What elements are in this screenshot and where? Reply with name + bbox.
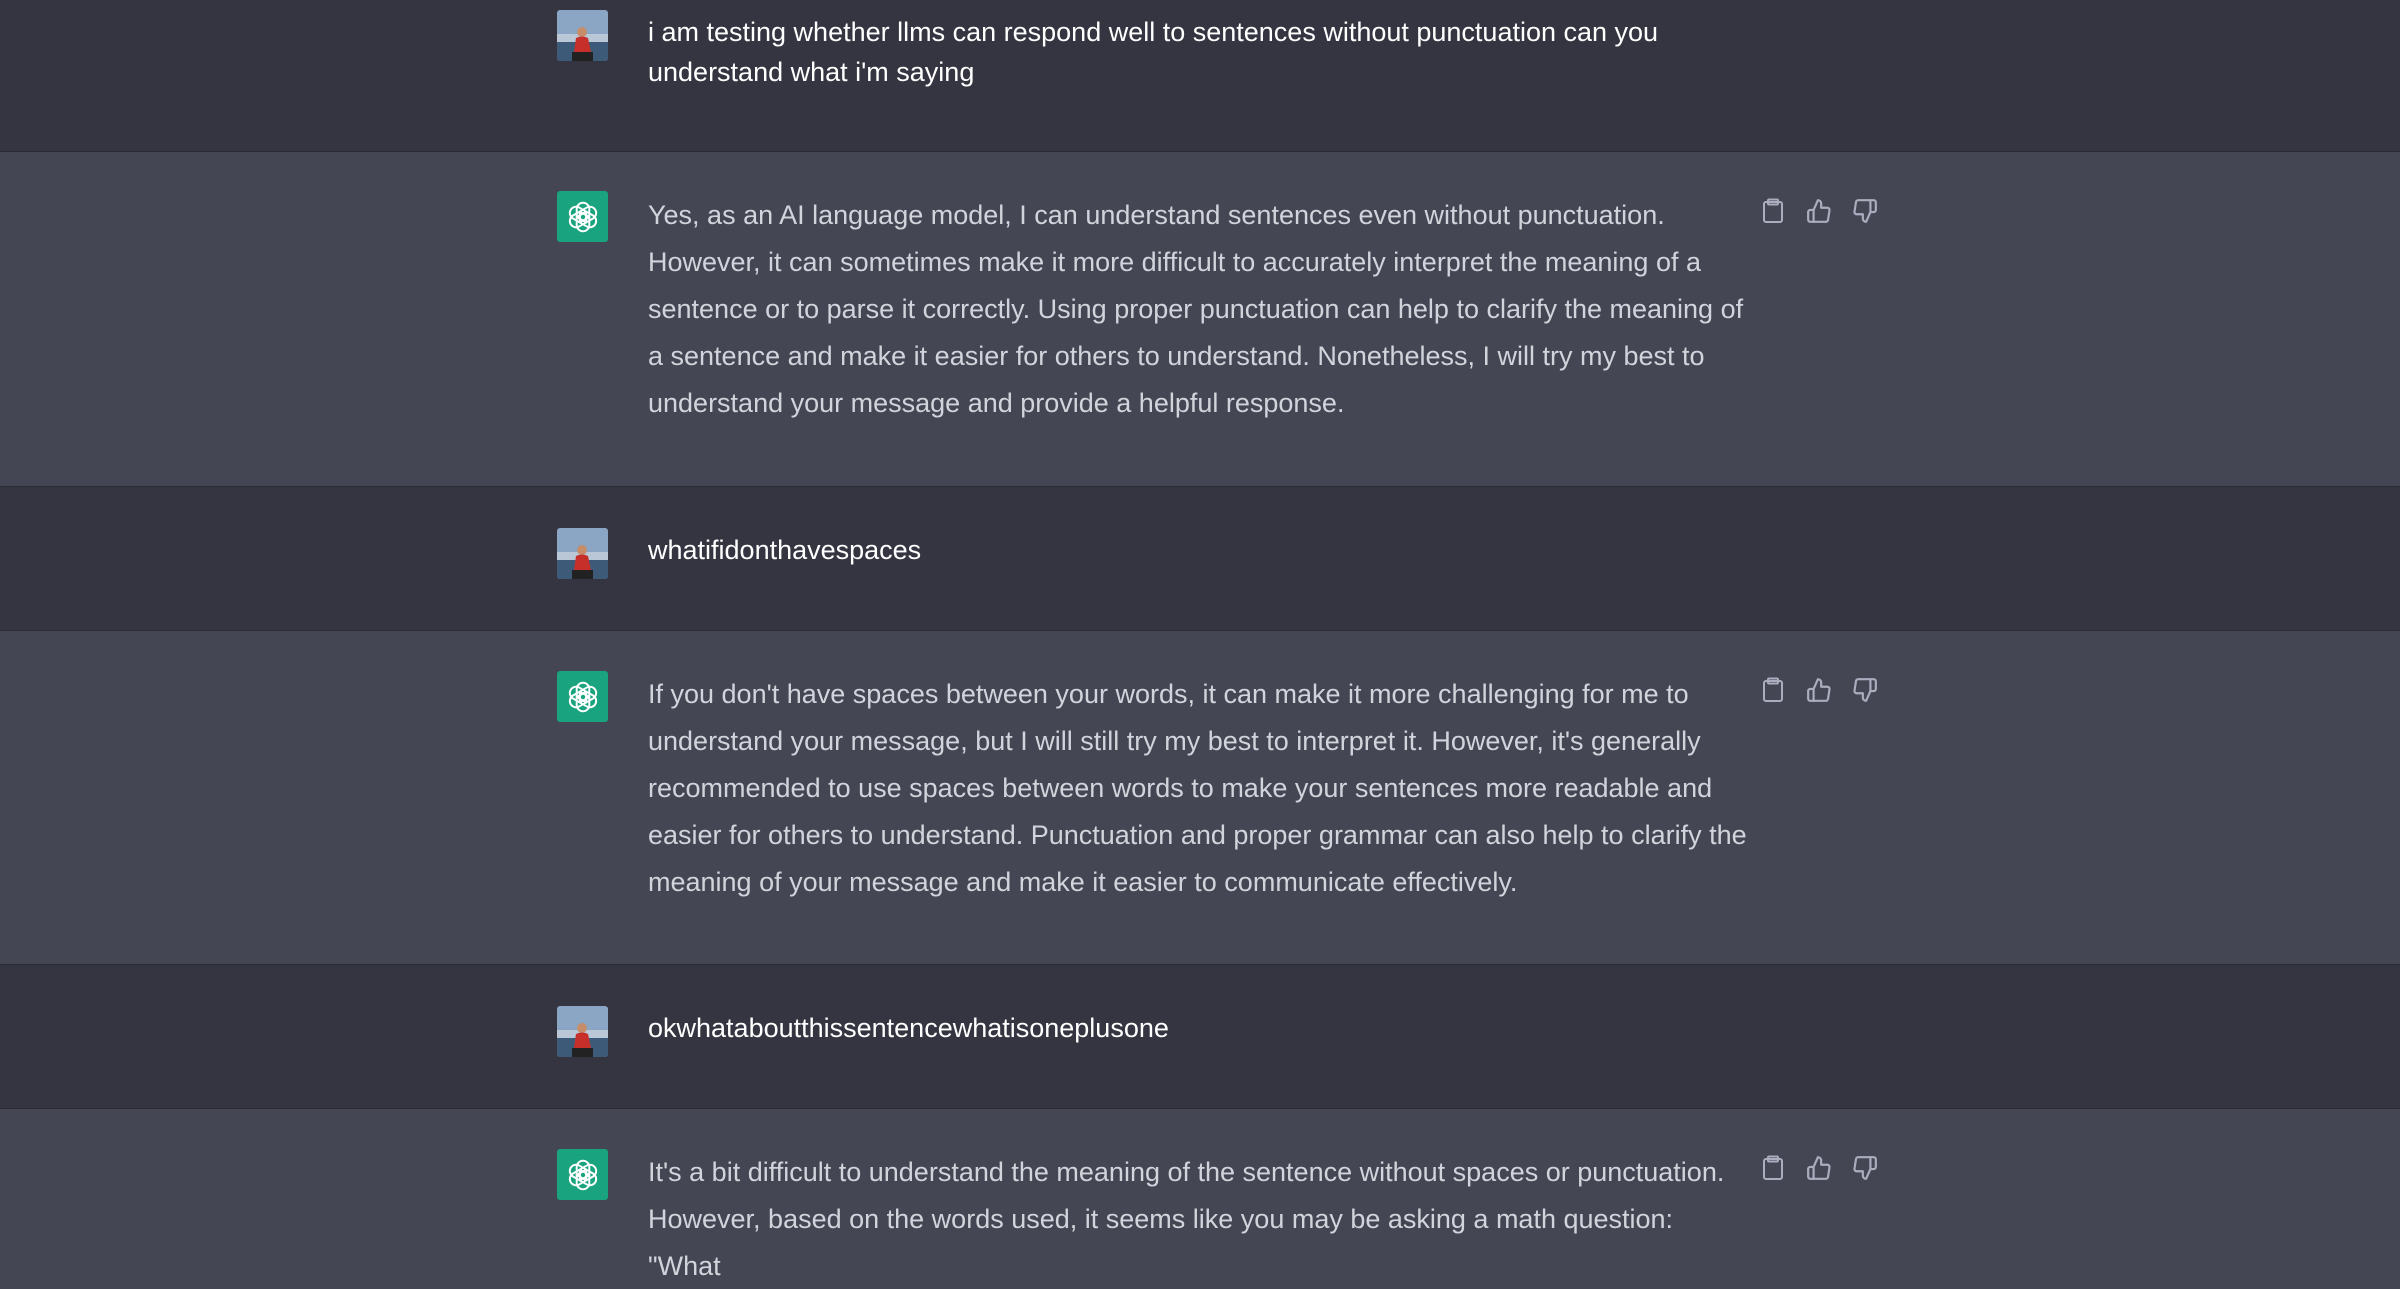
user-avatar bbox=[557, 528, 608, 579]
clipboard-icon[interactable] bbox=[1758, 1153, 1788, 1183]
clipboard-icon[interactable] bbox=[1758, 196, 1788, 226]
message-row-assistant: If you don't have spaces between your wo… bbox=[0, 631, 2400, 965]
clipboard-icon[interactable] bbox=[1758, 675, 1788, 705]
user-avatar bbox=[557, 1006, 608, 1057]
message-text: whatifidonthavespaces bbox=[648, 535, 922, 565]
message-text: okwhataboutthissentencewhatisoneplusone bbox=[648, 1013, 1169, 1043]
openai-logo-icon bbox=[557, 191, 608, 242]
thumbs-down-icon[interactable] bbox=[1850, 1153, 1880, 1183]
message-text: If you don't have spaces between your wo… bbox=[648, 679, 1747, 897]
message-actions bbox=[1758, 196, 1880, 226]
message-actions bbox=[1758, 1153, 1880, 1183]
chat-thread: i am testing whether llms can respond we… bbox=[0, 0, 2400, 1289]
openai-logo-icon bbox=[557, 671, 608, 722]
openai-logo-icon bbox=[557, 1149, 608, 1200]
message-actions bbox=[1758, 675, 1880, 705]
message-row-assistant: Yes, as an AI language model, I can unde… bbox=[0, 152, 2400, 487]
message-row-user: okwhataboutthissentencewhatisoneplusone bbox=[0, 965, 2400, 1109]
thumbs-up-icon[interactable] bbox=[1804, 1153, 1834, 1183]
user-avatar bbox=[557, 10, 608, 61]
thumbs-down-icon[interactable] bbox=[1850, 196, 1880, 226]
message-row-user: whatifidonthavespaces bbox=[0, 487, 2400, 631]
thumbs-up-icon[interactable] bbox=[1804, 196, 1834, 226]
message-text: i am testing whether llms can respond we… bbox=[648, 17, 1659, 87]
thumbs-down-icon[interactable] bbox=[1850, 675, 1880, 705]
message-text: It's a bit difficult to understand the m… bbox=[648, 1157, 1725, 1281]
message-row-assistant: It's a bit difficult to understand the m… bbox=[0, 1109, 2400, 1289]
thumbs-up-icon[interactable] bbox=[1804, 675, 1834, 705]
message-text: Yes, as an AI language model, I can unde… bbox=[648, 200, 1744, 418]
message-row-user: i am testing whether llms can respond we… bbox=[0, 0, 2400, 152]
